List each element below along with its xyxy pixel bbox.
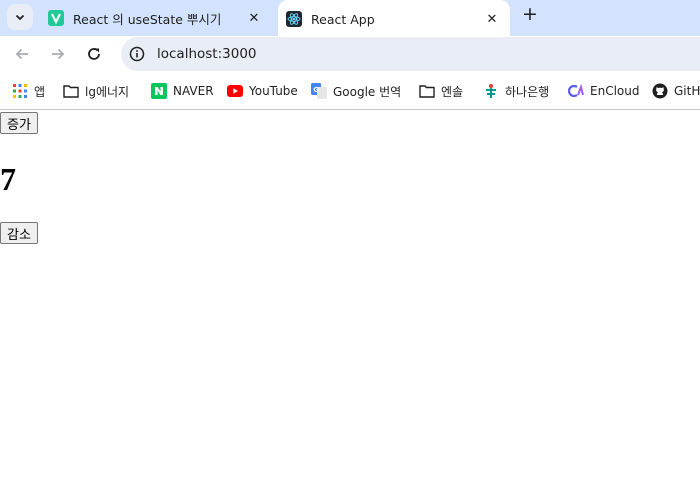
tab-usestate-post[interactable]: React 의 useState 뿌시기 ✕ [40, 0, 272, 36]
bookmark-label: Google 번역 [333, 84, 402, 99]
bookmark-folder-ensol[interactable]: 엔솔 [419, 81, 463, 101]
tab-title: React 의 useState 뿌시기 [73, 11, 222, 27]
bookmarks-bar: 앱 lg에너지 NAVER YouTube G Google 번역 엔솔 하나은… [0, 72, 700, 110]
folder-icon [63, 83, 79, 99]
tab-react-app[interactable]: React App ✕ [278, 0, 510, 38]
new-tab-plus-icon[interactable]: + [518, 2, 542, 26]
close-icon[interactable]: ✕ [482, 9, 502, 29]
bookmark-label: YouTube [249, 84, 298, 98]
arrow-left-icon [15, 48, 28, 60]
github-icon [652, 83, 668, 99]
bookmark-apps[interactable]: 앱 [12, 81, 45, 101]
velog-icon [48, 10, 64, 26]
reload-icon [88, 48, 100, 60]
naver-icon [151, 83, 167, 99]
tab-search-button[interactable] [7, 4, 33, 30]
bookmark-hana-bank[interactable]: 하나은행 [483, 81, 549, 101]
bookmark-label: 엔솔 [441, 84, 464, 99]
chevron-down-icon [15, 14, 25, 21]
bookmark-label: 앱 [34, 84, 46, 99]
svg-text:G: G [313, 86, 319, 94]
hana-bank-icon [483, 83, 499, 99]
close-icon[interactable]: ✕ [244, 8, 264, 28]
forward-button[interactable] [46, 42, 70, 66]
encloud-icon [568, 83, 584, 99]
google-translate-icon: G [311, 83, 327, 99]
youtube-icon [227, 83, 243, 99]
bookmark-google-translate[interactable]: G Google 번역 [311, 81, 401, 101]
browser-toolbar: localhost:3000 [0, 36, 700, 72]
apps-grid-icon [12, 83, 28, 99]
counter-value: 7 [0, 161, 16, 197]
page-content: 증가 7 감소 [0, 111, 700, 500]
back-button[interactable] [10, 42, 34, 66]
decrement-button[interactable]: 감소 [0, 222, 38, 244]
bookmark-naver[interactable]: NAVER [151, 81, 214, 101]
bookmark-label: 하나은행 [505, 84, 550, 99]
bookmark-youtube[interactable]: YouTube [227, 81, 298, 101]
bookmark-label: lg에너지 [85, 84, 130, 99]
bookmark-label: EnCloud [590, 84, 640, 98]
bookmark-label: GitH [674, 84, 700, 98]
tab-strip: React 의 useState 뿌시기 ✕ React App ✕ + [0, 0, 700, 38]
increment-button[interactable]: 증가 [0, 112, 38, 134]
bookmark-folder-lg[interactable]: lg에너지 [63, 81, 129, 101]
arrow-right-icon [52, 48, 65, 60]
address-bar[interactable]: localhost:3000 [121, 37, 700, 71]
bookmark-encloud[interactable]: EnCloud [568, 81, 639, 101]
bookmark-github[interactable]: GitH [652, 81, 700, 101]
tab-title: React App [311, 11, 375, 27]
bookmark-label: NAVER [173, 84, 214, 98]
site-info-icon[interactable] [128, 45, 146, 63]
folder-icon [419, 83, 435, 99]
reload-button[interactable] [82, 42, 106, 66]
react-icon [286, 11, 302, 27]
address-url: localhost:3000 [157, 46, 257, 62]
